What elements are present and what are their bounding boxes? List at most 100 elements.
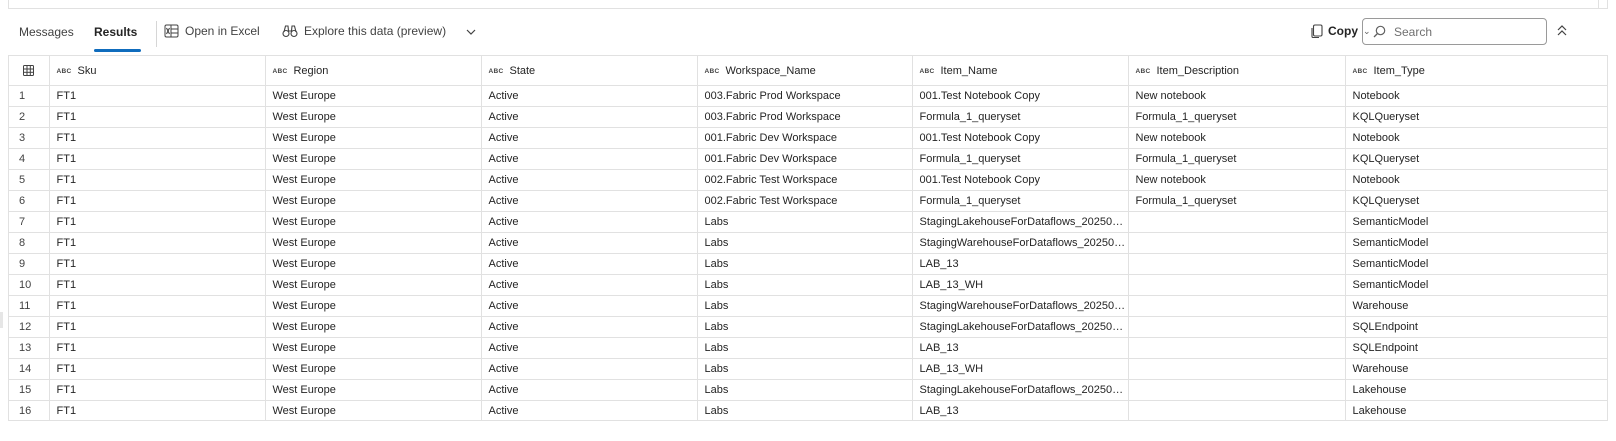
cell-workspace-name[interactable]: Labs	[697, 274, 913, 296]
cell-workspace-name[interactable]: Labs	[697, 253, 913, 275]
cell-sku[interactable]: FT1	[49, 337, 266, 359]
cell-item-type[interactable]: KQLQueryset	[1345, 148, 1607, 170]
table-row[interactable]: 13 FT1 West Europe Active Labs LAB_13 SQLEndpo…	[9, 337, 1607, 359]
cell-workspace-name[interactable]: Labs	[697, 316, 913, 338]
cell-region[interactable]: West Europe	[265, 253, 482, 275]
cell-item-name[interactable]: LAB_13	[912, 253, 1129, 275]
cell-region[interactable]: West Europe	[265, 379, 482, 401]
cell-item-name[interactable]: StagingWarehouseForDataflows_2025042...	[912, 295, 1129, 317]
cell-state[interactable]: Active	[481, 148, 698, 170]
cell-workspace-name[interactable]: Labs	[697, 232, 913, 254]
cell-sku[interactable]: FT1	[49, 127, 266, 149]
cell-item-name[interactable]: LAB_13	[912, 400, 1129, 420]
cell-region[interactable]: West Europe	[265, 337, 482, 359]
cell-item-name[interactable]: 001.Test Notebook Copy	[912, 127, 1129, 149]
cell-workspace-name[interactable]: 002.Fabric Test Workspace	[697, 190, 913, 212]
cell-item-name[interactable]: StagingLakehouseForDataflows_2025042...	[912, 379, 1129, 401]
column-header-item-description[interactable]: ABC Item_Description	[1128, 56, 1346, 86]
table-row[interactable]: 5 FT1 West Europe Active 002.Fabric Test Wor…	[9, 169, 1607, 191]
cell-region[interactable]: West Europe	[265, 85, 482, 107]
cell-item-type[interactable]: KQLQueryset	[1345, 190, 1607, 212]
table-row[interactable]: 11 FT1 West Europe Active Labs StagingWarehou…	[9, 295, 1607, 317]
cell-workspace-name[interactable]: Labs	[697, 337, 913, 359]
cell-row-number[interactable]: 5	[9, 169, 50, 191]
cell-item-name[interactable]: StagingWarehouseForDataflows_2025042...	[912, 232, 1129, 254]
cell-state[interactable]: Active	[481, 274, 698, 296]
cell-workspace-name[interactable]: 003.Fabric Prod Workspace	[697, 106, 913, 128]
cell-region[interactable]: West Europe	[265, 274, 482, 296]
cell-item-type[interactable]: Notebook	[1345, 169, 1607, 191]
cell-sku[interactable]: FT1	[49, 106, 266, 128]
column-header-item-type[interactable]: ABC Item_Type	[1345, 56, 1607, 86]
cell-sku[interactable]: FT1	[49, 190, 266, 212]
cell-row-number[interactable]: 6	[9, 190, 50, 212]
cell-item-name[interactable]: 001.Test Notebook Copy	[912, 85, 1129, 107]
cell-item-type[interactable]: Notebook	[1345, 85, 1607, 107]
cell-state[interactable]: Active	[481, 253, 698, 275]
panel-resize-handle[interactable]	[0, 312, 3, 328]
cell-workspace-name[interactable]: Labs	[697, 358, 913, 380]
cell-item-name[interactable]: StagingLakehouseForDataflows_2025042...	[912, 316, 1129, 338]
cell-item-type[interactable]: SemanticModel	[1345, 232, 1607, 254]
cell-workspace-name[interactable]: Labs	[697, 379, 913, 401]
tab-results[interactable]: Results	[94, 25, 137, 39]
cell-state[interactable]: Active	[481, 211, 698, 233]
cell-workspace-name[interactable]: 001.Fabric Dev Workspace	[697, 127, 913, 149]
table-row[interactable]: 6 FT1 West Europe Active 002.Fabric Test Wor…	[9, 190, 1607, 212]
cell-region[interactable]: West Europe	[265, 190, 482, 212]
cell-sku[interactable]: FT1	[49, 274, 266, 296]
cell-item-description[interactable]	[1128, 211, 1346, 233]
table-row[interactable]: 4 FT1 West Europe Active 001.Fabric Dev Work…	[9, 148, 1607, 170]
chevron-down-icon[interactable]	[466, 28, 476, 36]
cell-row-number[interactable]: 16	[9, 400, 50, 420]
cell-row-number[interactable]: 12	[9, 316, 50, 338]
table-row[interactable]: 10 FT1 West Europe Active Labs LAB_13_WH Seman…	[9, 274, 1607, 296]
explore-data-button[interactable]: Explore this data (preview)	[282, 24, 446, 38]
cell-state[interactable]: Active	[481, 169, 698, 191]
cell-item-description[interactable]: Formula_1_queryset	[1128, 190, 1346, 212]
cell-region[interactable]: West Europe	[265, 400, 482, 420]
cell-sku[interactable]: FT1	[49, 148, 266, 170]
cell-row-number[interactable]: 2	[9, 106, 50, 128]
select-all-cell[interactable]	[9, 56, 50, 86]
cell-state[interactable]: Active	[481, 232, 698, 254]
collapse-up-icon[interactable]	[1556, 23, 1568, 37]
cell-region[interactable]: West Europe	[265, 211, 482, 233]
cell-state[interactable]: Active	[481, 190, 698, 212]
cell-region[interactable]: West Europe	[265, 232, 482, 254]
cell-workspace-name[interactable]: Labs	[697, 400, 913, 420]
table-row[interactable]: 2 FT1 West Europe Active 003.Fabric Prod Wor…	[9, 106, 1607, 128]
cell-workspace-name[interactable]: 002.Fabric Test Workspace	[697, 169, 913, 191]
cell-workspace-name[interactable]: Labs	[697, 295, 913, 317]
cell-row-number[interactable]: 4	[9, 148, 50, 170]
cell-row-number[interactable]: 7	[9, 211, 50, 233]
cell-item-description[interactable]: Formula_1_queryset	[1128, 106, 1346, 128]
cell-item-description[interactable]: New notebook	[1128, 127, 1346, 149]
cell-item-name[interactable]: Formula_1_queryset	[912, 106, 1129, 128]
cell-row-number[interactable]: 11	[9, 295, 50, 317]
open-in-excel-button[interactable]: Open in Excel	[164, 24, 260, 38]
table-row[interactable]: 9 FT1 West Europe Active Labs LAB_13 SemanticM…	[9, 253, 1607, 275]
search-input[interactable]	[1392, 23, 1536, 40]
cell-row-number[interactable]: 15	[9, 379, 50, 401]
cell-item-name[interactable]: 001.Test Notebook Copy	[912, 169, 1129, 191]
cell-item-name[interactable]: StagingLakehouseForDataflows_2025042...	[912, 211, 1129, 233]
cell-item-description[interactable]	[1128, 274, 1346, 296]
cell-state[interactable]: Active	[481, 85, 698, 107]
table-row[interactable]: 7 FT1 West Europe Active Labs StagingLakehous…	[9, 211, 1607, 233]
cell-item-name[interactable]: LAB_13	[912, 337, 1129, 359]
table-row[interactable]: 1 FT1 West Europe Active 003.Fabric Prod Wor…	[9, 85, 1607, 107]
cell-item-type[interactable]: Lakehouse	[1345, 379, 1607, 401]
cell-row-number[interactable]: 3	[9, 127, 50, 149]
cell-item-name[interactable]: LAB_13_WH	[912, 358, 1129, 380]
cell-state[interactable]: Active	[481, 106, 698, 128]
cell-item-type[interactable]: Notebook	[1345, 127, 1607, 149]
cell-state[interactable]: Active	[481, 316, 698, 338]
column-header-state[interactable]: ABC State	[481, 56, 698, 86]
cell-sku[interactable]: FT1	[49, 169, 266, 191]
table-row[interactable]: 14 FT1 West Europe Active Labs LAB_13_WH Wareh…	[9, 358, 1607, 380]
cell-workspace-name[interactable]: 003.Fabric Prod Workspace	[697, 85, 913, 107]
cell-sku[interactable]: FT1	[49, 358, 266, 380]
cell-region[interactable]: West Europe	[265, 169, 482, 191]
cell-item-type[interactable]: SemanticModel	[1345, 274, 1607, 296]
